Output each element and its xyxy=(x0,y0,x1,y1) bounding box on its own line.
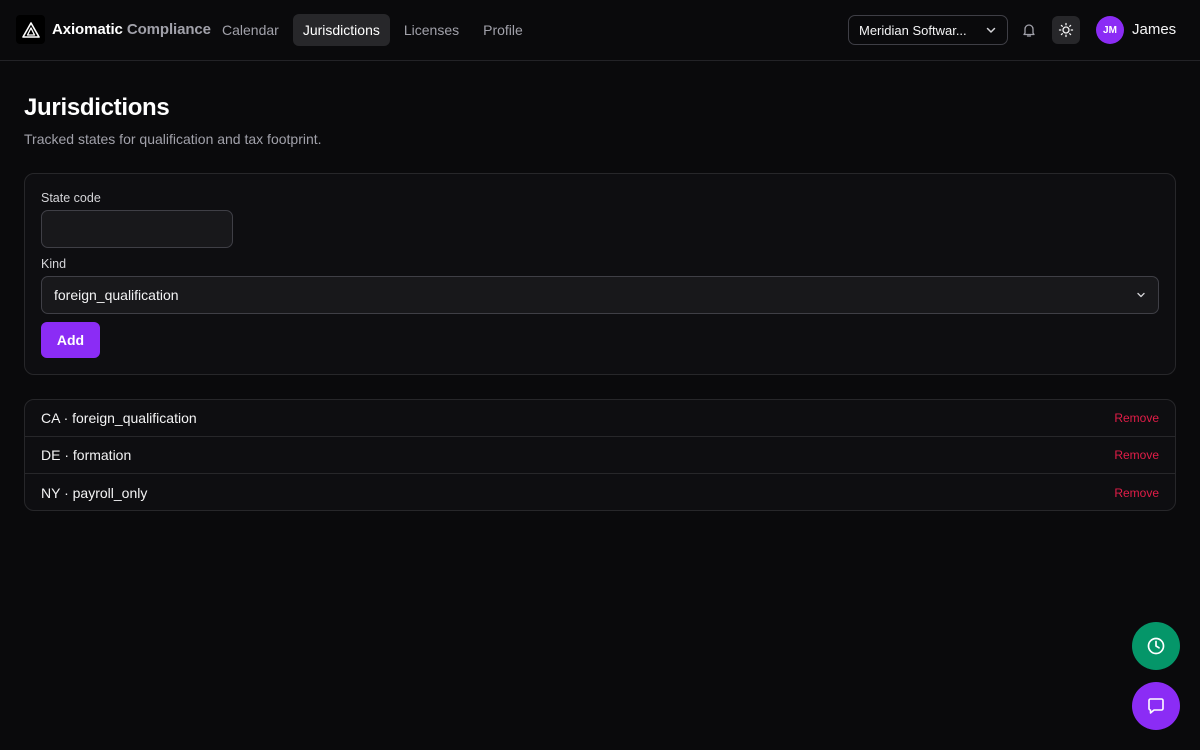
theme-toggle-button[interactable] xyxy=(1052,16,1080,44)
app-logo[interactable] xyxy=(16,15,45,44)
remove-button[interactable]: Remove xyxy=(1114,486,1159,500)
nav-item-jurisdictions[interactable]: Jurisdictions xyxy=(292,14,390,46)
sun-icon xyxy=(1058,22,1074,38)
chat-fab-button[interactable] xyxy=(1132,682,1180,730)
organization-select-value: Meridian Softwar... xyxy=(859,22,967,38)
bell-icon xyxy=(1023,24,1035,37)
top-navigation-bar: Axiomatic Compliance Calendar Jurisdicti… xyxy=(0,0,1200,61)
nav-item-profile[interactable]: Profile xyxy=(473,14,533,46)
kind-label: Kind xyxy=(41,257,67,271)
notifications-button[interactable] xyxy=(1020,20,1038,40)
kind-select[interactable]: foreign_qualification xyxy=(41,276,1159,314)
nav-item-calendar[interactable]: Calendar xyxy=(212,14,289,46)
user-avatar[interactable]: JM xyxy=(1096,16,1124,44)
add-jurisdiction-form: State code Kind foreign_qualification Ad… xyxy=(24,173,1176,375)
list-item: DE · formation Remove xyxy=(25,437,1175,474)
state-code-input[interactable] xyxy=(41,210,233,248)
chevron-down-icon xyxy=(986,27,996,33)
jurisdiction-list: CA · foreign_qualification Remove DE · f… xyxy=(24,399,1176,511)
triangle-logo-icon xyxy=(21,21,40,38)
nav-item-licenses[interactable]: Licenses xyxy=(394,14,469,46)
remove-button[interactable]: Remove xyxy=(1114,411,1159,425)
list-item: CA · foreign_qualification Remove xyxy=(25,400,1175,437)
brand-name[interactable]: Axiomatic Compliance xyxy=(52,21,211,38)
history-fab-button[interactable] xyxy=(1132,622,1180,670)
brand-secondary: Compliance xyxy=(126,21,211,38)
clock-icon xyxy=(1147,637,1165,655)
list-item: NY · payroll_only Remove xyxy=(25,474,1175,510)
brand-primary: Axiomatic xyxy=(52,21,123,38)
state-code-label: State code xyxy=(41,191,101,205)
page-subtitle: Tracked states for qualification and tax… xyxy=(24,131,322,147)
page-title: Jurisdictions xyxy=(24,94,170,121)
user-name[interactable]: James xyxy=(1132,21,1176,38)
jurisdiction-label: NY · payroll_only xyxy=(41,484,148,501)
remove-button[interactable]: Remove xyxy=(1114,448,1159,462)
jurisdiction-label: CA · foreign_qualification xyxy=(41,410,197,426)
add-button[interactable]: Add xyxy=(41,322,100,358)
chevron-down-icon xyxy=(1137,292,1145,298)
jurisdiction-label: DE · formation xyxy=(41,447,132,463)
main-nav: Calendar Jurisdictions Licenses Profile xyxy=(212,14,533,46)
chat-icon xyxy=(1148,698,1164,714)
kind-select-value: foreign_qualification xyxy=(54,287,179,303)
organization-select[interactable]: Meridian Softwar... xyxy=(848,15,1008,45)
